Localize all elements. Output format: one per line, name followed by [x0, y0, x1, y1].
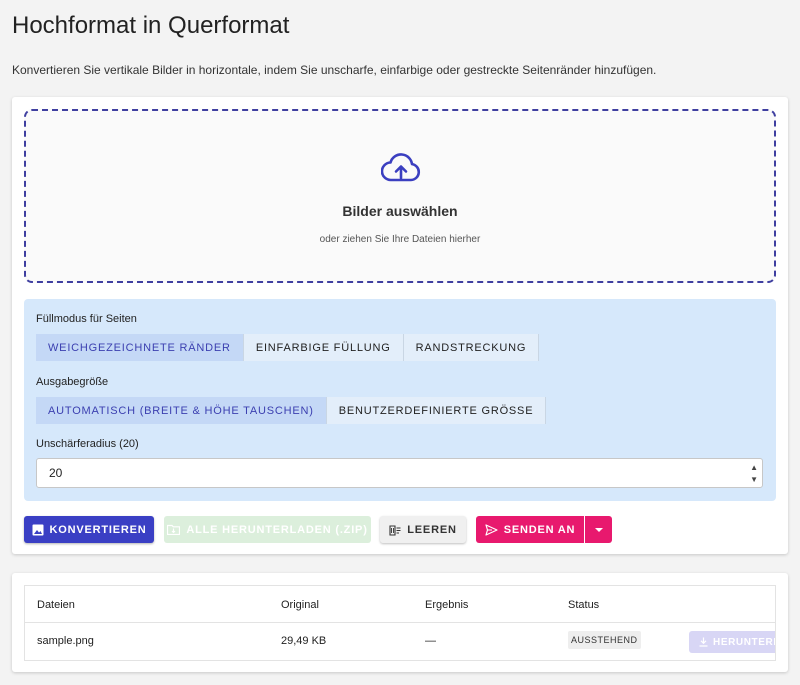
file-dropzone[interactable]: Bilder auswählen oder ziehen Sie Ihre Da…: [24, 109, 776, 283]
column-header-original: Original: [281, 599, 319, 611]
send-to-dropdown-button[interactable]: [585, 516, 612, 543]
row-download-label: Herunterla: [713, 636, 775, 648]
output-size-label: Ausgabegröße: [36, 376, 109, 388]
row-download-button[interactable]: Herunterla: [689, 631, 775, 653]
number-spinner[interactable]: ▲ ▼: [750, 462, 758, 486]
fill-mode-solid-fill[interactable]: Einfarbige Füllung: [243, 334, 404, 361]
image-icon: [32, 524, 43, 535]
converter-card: Bilder auswählen oder ziehen Sie Ihre Da…: [12, 97, 788, 554]
files-table: Dateien Original Ergebnis Status sample.…: [24, 585, 776, 661]
download-icon: [699, 637, 708, 647]
column-header-result: Ergebnis: [425, 599, 469, 611]
page-title: Hochformat in Querformat: [12, 12, 290, 39]
options-panel: Füllmodus für Seiten Weichgezeichnete Rä…: [24, 299, 776, 501]
output-size-toggle: Automatisch (Breite & Höhe tauschen) Ben…: [36, 397, 547, 424]
folder-download-icon: [167, 524, 181, 535]
blur-radius-input[interactable]: 20 ▲ ▼: [36, 458, 763, 488]
clear-button[interactable]: Leeren: [380, 516, 466, 543]
cell-result: —: [425, 635, 436, 647]
caret-down-icon: [594, 527, 603, 532]
output-size-automatic[interactable]: Automatisch (Breite & Höhe tauschen): [36, 397, 327, 424]
clear-label: Leeren: [407, 523, 457, 536]
blur-radius-value: 20: [49, 466, 63, 480]
column-header-status: Status: [568, 599, 600, 611]
fill-mode-edge-stretch[interactable]: Randstreckung: [403, 334, 540, 361]
fill-mode-label: Füllmodus für Seiten: [36, 313, 137, 325]
row-divider: [25, 622, 775, 623]
column-header-files: Dateien: [37, 599, 75, 611]
fill-mode-toggle: Weichgezeichnete Ränder Einfarbige Füllu…: [36, 334, 540, 361]
download-all-label: Alle herunterladen (.zip): [186, 523, 368, 536]
send-to-label: Senden an: [503, 523, 576, 536]
status-badge: AUSSTEHEND: [568, 631, 641, 649]
files-card: Dateien Original Ergebnis Status sample.…: [12, 573, 788, 672]
dropzone-title: Bilder auswählen: [342, 203, 458, 219]
dropzone-hint: oder ziehen Sie Ihre Dateien hierher: [319, 234, 481, 245]
blur-radius-label: Unschärferadius (20): [36, 438, 139, 450]
send-icon: [485, 523, 498, 536]
clear-icon: [389, 524, 401, 536]
cloud-upload-icon: [381, 153, 421, 182]
spin-up-icon[interactable]: ▲: [750, 462, 758, 474]
fill-mode-blurred-edges[interactable]: Weichgezeichnete Ränder: [36, 334, 244, 361]
convert-button[interactable]: Konvertieren: [24, 516, 154, 543]
cell-original-size: 29,49 KB: [281, 635, 327, 647]
page-subtitle: Konvertieren Sie vertikale Bilder in hor…: [12, 63, 657, 77]
cell-filename: sample.png: [37, 635, 94, 647]
download-all-button[interactable]: Alle herunterladen (.zip): [164, 516, 371, 543]
output-size-custom[interactable]: Benutzerdefinierte Grösse: [326, 397, 547, 424]
convert-label: Konvertieren: [49, 523, 147, 536]
send-to-button[interactable]: Senden an: [476, 516, 584, 543]
spin-down-icon[interactable]: ▼: [750, 474, 758, 486]
